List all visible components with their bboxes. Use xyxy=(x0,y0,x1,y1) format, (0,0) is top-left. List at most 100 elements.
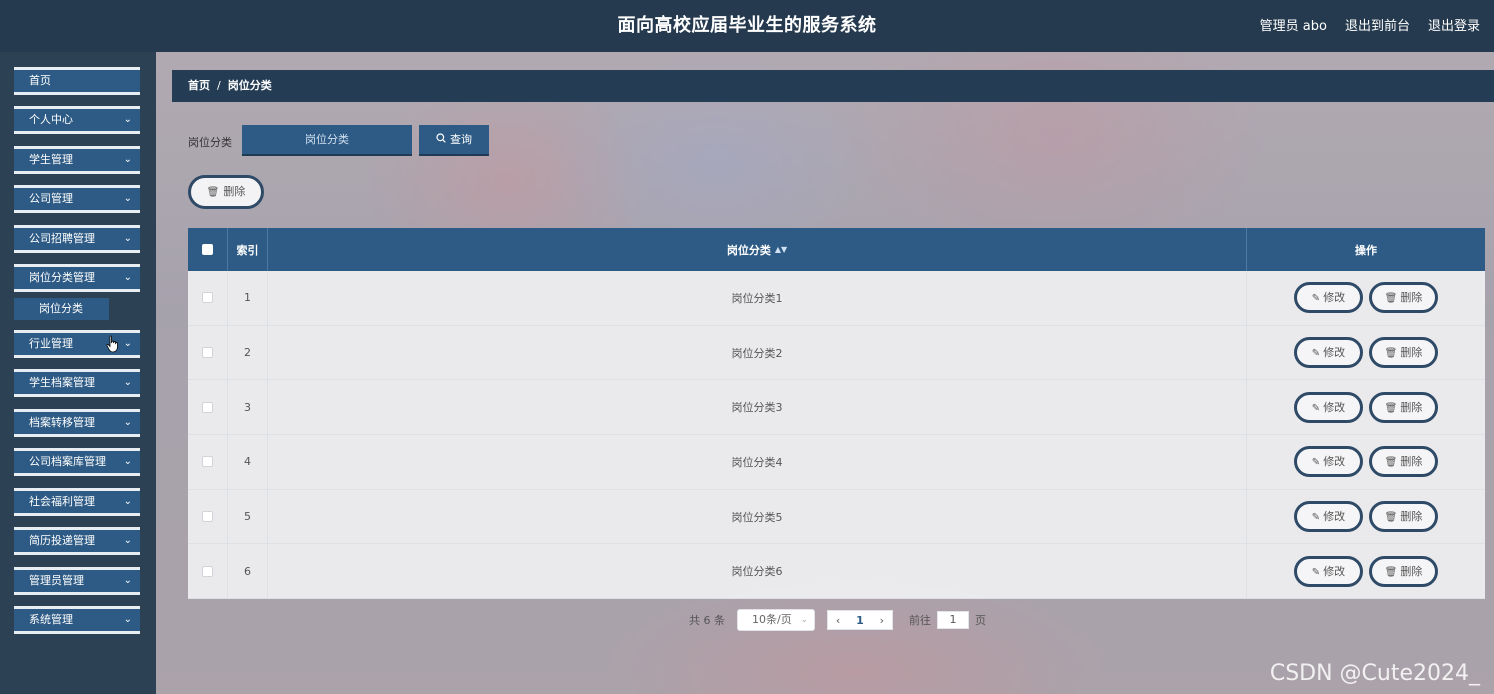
chevron-down-icon: ⌄ xyxy=(123,338,132,349)
sidebar-item[interactable]: 个人中心 ⌄ xyxy=(14,106,140,134)
row-checkbox-cell xyxy=(188,435,228,489)
edit-label: 修改 xyxy=(1323,455,1346,469)
row-operations: ✎ 修改 🗑 删除 xyxy=(1247,435,1485,489)
logout-link[interactable]: 退出登录 xyxy=(1428,15,1480,34)
row-checkbox[interactable] xyxy=(202,565,213,577)
sidebar-item[interactable]: 公司管理 ⌄ xyxy=(14,185,140,213)
category-search-input[interactable] xyxy=(242,125,412,156)
batch-delete-button[interactable]: 🗑 删除 xyxy=(188,175,264,209)
chevron-down-icon: ⌄ xyxy=(800,615,808,625)
edit-icon: ✎ xyxy=(1311,457,1321,469)
delete-button[interactable]: 🗑 删除 xyxy=(1369,337,1438,369)
batch-delete-label: 删除 xyxy=(223,185,246,198)
sidebar-item[interactable]: 首页 xyxy=(14,67,140,95)
sidebar-item[interactable]: 系统管理 ⌄ xyxy=(14,606,140,634)
sidebar-item-label: 管理员管理 xyxy=(29,574,84,587)
edit-label: 修改 xyxy=(1323,400,1346,414)
sidebar-item-label: 系统管理 xyxy=(29,613,73,626)
sidebar-item[interactable]: 公司招聘管理 ⌄ xyxy=(14,225,140,253)
header-index: 索引 xyxy=(228,228,268,271)
select-all-checkbox[interactable] xyxy=(202,244,213,255)
edit-button[interactable]: ✎ 修改 xyxy=(1294,282,1363,314)
table-row: 6 岗位分类6 ✎ 修改 🗑 删除 xyxy=(188,544,1485,600)
delete-label: 删除 xyxy=(1400,400,1423,414)
sidebar-item-label: 公司招聘管理 xyxy=(29,232,95,245)
breadcrumb-current: 岗位分类 xyxy=(227,79,272,92)
table-row: 3 岗位分类3 ✎ 修改 🗑 删除 xyxy=(188,380,1485,436)
current-page-number[interactable]: 1 xyxy=(856,614,864,627)
edit-button[interactable]: ✎ 修改 xyxy=(1294,391,1363,423)
chevron-down-icon: ⌄ xyxy=(123,114,132,125)
sidebar-item[interactable]: 简历投递管理 ⌄ xyxy=(14,527,140,555)
header-category[interactable]: 岗位分类 ▲▼ xyxy=(268,228,1247,271)
sidebar-item-label: 岗位分类管理 xyxy=(29,271,95,284)
row-checkbox[interactable] xyxy=(202,511,213,523)
edit-button[interactable]: ✎ 修改 xyxy=(1294,446,1363,478)
row-operations: ✎ 修改 🗑 删除 xyxy=(1247,490,1485,544)
edit-button[interactable]: ✎ 修改 xyxy=(1294,501,1363,533)
sidebar-item-label: 公司档案库管理 xyxy=(29,455,106,468)
sidebar-item[interactable]: 岗位分类管理 ⌄ xyxy=(14,264,140,292)
chevron-down-icon: ⌄ xyxy=(123,272,132,283)
chevron-down-icon: ⌄ xyxy=(123,575,132,586)
top-header: 面向高校应届毕业生的服务系统 管理员 abo 退出到前台 退出登录 xyxy=(0,0,1494,52)
trash-icon: 🗑 xyxy=(1384,457,1398,469)
row-index: 6 xyxy=(228,544,268,599)
row-category-name: 岗位分类3 xyxy=(268,380,1247,435)
row-checkbox-cell xyxy=(188,325,228,380)
search-label: 岗位分类 xyxy=(188,136,232,149)
sidebar-item[interactable]: 管理员管理 ⌄ xyxy=(14,567,140,595)
breadcrumb-separator: / xyxy=(217,79,221,92)
query-button[interactable]: 查询 xyxy=(419,125,489,156)
delete-button[interactable]: 🗑 删除 xyxy=(1369,446,1438,478)
sidebar-item[interactable]: 档案转移管理 ⌄ xyxy=(14,409,140,437)
table-row: 1 岗位分类1 ✎ 修改 🗑 删除 xyxy=(188,271,1485,326)
page-nav: ‹ 1 › xyxy=(827,610,893,630)
goto-label: 前往 xyxy=(909,614,931,627)
page-size-select[interactable]: 10条/页 ⌄ xyxy=(737,609,815,631)
edit-label: 修改 xyxy=(1323,564,1346,578)
edit-button[interactable]: ✎ 修改 xyxy=(1294,555,1363,587)
chevron-down-icon: ⌄ xyxy=(123,456,132,467)
sidebar-item-label: 学生档案管理 xyxy=(29,376,95,389)
sidebar-subitem-category[interactable]: 岗位分类 xyxy=(14,298,109,320)
sidebar-item-label: 公司管理 xyxy=(29,192,73,205)
row-checkbox[interactable] xyxy=(202,292,213,304)
hand-cursor-icon xyxy=(106,335,118,353)
delete-button[interactable]: 🗑 删除 xyxy=(1369,391,1438,423)
delete-button[interactable]: 🗑 删除 xyxy=(1369,555,1438,587)
edit-icon: ✎ xyxy=(1311,293,1321,305)
row-checkbox[interactable] xyxy=(202,401,213,413)
row-checkbox-cell xyxy=(188,380,228,435)
sidebar-item[interactable]: 公司档案库管理 ⌄ xyxy=(14,448,140,476)
delete-button[interactable]: 🗑 删除 xyxy=(1369,282,1438,314)
prev-page-icon[interactable]: ‹ xyxy=(836,614,840,627)
sidebar-item[interactable]: 行业管理 ⌄ xyxy=(14,330,140,358)
edit-button[interactable]: ✎ 修改 xyxy=(1294,337,1363,369)
header-category-label: 岗位分类 xyxy=(726,243,771,257)
chevron-down-icon: ⌄ xyxy=(123,614,132,625)
sidebar-item[interactable]: 学生管理 ⌄ xyxy=(14,146,140,174)
edit-icon: ✎ xyxy=(1311,566,1321,578)
row-checkbox-cell xyxy=(188,489,228,544)
delete-label: 删除 xyxy=(1400,564,1423,578)
edit-icon: ✎ xyxy=(1311,402,1321,414)
sidebar-item[interactable]: 学生档案管理 ⌄ xyxy=(14,369,140,397)
delete-button[interactable]: 🗑 删除 xyxy=(1369,501,1438,533)
sort-icon[interactable]: ▲▼ xyxy=(775,245,787,254)
header-checkbox-cell xyxy=(188,228,228,271)
next-page-icon[interactable]: › xyxy=(880,614,884,627)
breadcrumb-home[interactable]: 首页 xyxy=(188,79,210,92)
page-suffix-label: 页 xyxy=(975,614,986,627)
trash-icon: 🗑 xyxy=(1384,402,1398,414)
delete-label: 删除 xyxy=(1400,346,1423,360)
sidebar-item-label: 个人中心 xyxy=(29,113,73,126)
exit-to-front-link[interactable]: 退出到前台 xyxy=(1345,15,1410,34)
row-checkbox[interactable] xyxy=(202,347,213,359)
row-index: 2 xyxy=(228,325,268,380)
sidebar-item[interactable]: 社会福利管理 ⌄ xyxy=(14,488,140,516)
edit-label: 修改 xyxy=(1323,510,1346,524)
row-operations: ✎ 修改 🗑 删除 xyxy=(1247,544,1485,598)
row-checkbox[interactable] xyxy=(202,456,213,468)
goto-page-input[interactable]: 1 xyxy=(937,611,969,629)
